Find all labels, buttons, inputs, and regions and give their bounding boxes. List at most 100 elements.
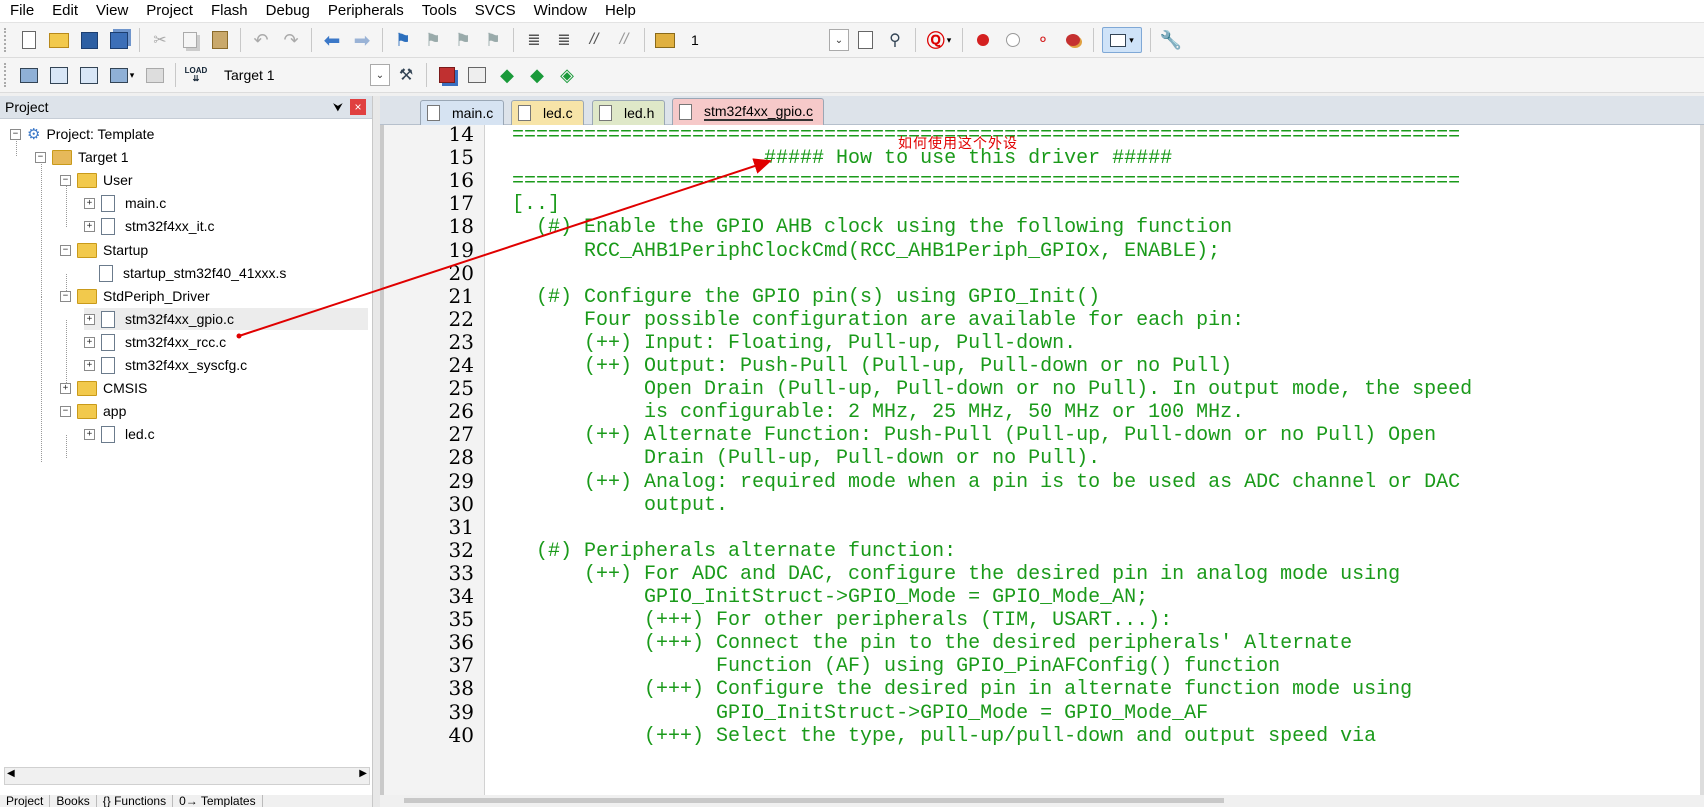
code-line[interactable]: ##### How to use this driver ##### [512, 147, 1172, 171]
manage-multi-project-icon[interactable] [465, 63, 489, 87]
indent-icon[interactable]: ≣ [522, 28, 546, 52]
collapse-icon[interactable]: − [60, 174, 71, 186]
menu-file[interactable]: File [0, 0, 42, 22]
tab-stm32f4xx-gpio-c[interactable]: stm32f4xx_gpio.c [672, 98, 824, 125]
panel-tab[interactable]: Project [0, 795, 51, 807]
nav-forward-icon[interactable]: ➡ [350, 28, 374, 52]
code-line[interactable]: is configurable: 2 MHz, 25 MHz, 50 MHz o… [512, 401, 1244, 425]
tree-node-file[interactable]: + stm32f4xx_rcc.c [84, 331, 226, 353]
code-line[interactable]: Drain (Pull-up, Pull-down or no Pull). [512, 447, 1100, 471]
code-line[interactable]: Open Drain (Pull-up, Pull-down or no Pul… [512, 378, 1472, 402]
find-combo[interactable]: 1 ⌄ [686, 28, 850, 52]
expand-icon[interactable]: + [84, 336, 95, 348]
translate-icon[interactable] [17, 63, 41, 87]
chevron-down-icon[interactable]: ⌄ [829, 29, 849, 51]
code-line[interactable]: Function (AF) using GPIO_PinAFConfig() f… [512, 655, 1280, 679]
code-editor[interactable]: 14 15 16 17 18 19 20 21 22 23 24 25 26 27 28 29 30 31 32 33… [380, 125, 1704, 795]
tree-node-file-selected[interactable]: + stm32f4xx_gpio.c [84, 308, 368, 330]
code-line[interactable]: [..] [512, 193, 560, 217]
collapse-icon[interactable]: − [60, 244, 71, 256]
menu-project[interactable]: Project [136, 0, 201, 22]
menu-flash[interactable]: Flash [201, 0, 256, 22]
cut-icon[interactable]: ✂ [148, 28, 172, 52]
expand-icon[interactable]: + [84, 313, 95, 325]
expand-icon[interactable]: + [84, 197, 95, 209]
redo-icon[interactable]: ↷ [279, 28, 303, 52]
editor-horizontal-scrollbar[interactable] [384, 795, 1704, 807]
toolbar-grip[interactable] [4, 63, 10, 87]
uncomment-icon[interactable]: // [612, 28, 636, 52]
enable-breakpoint-icon[interactable] [1001, 28, 1025, 52]
menu-window[interactable]: Window [524, 0, 595, 22]
scroll-left-icon[interactable]: ◀ [7, 768, 15, 779]
chevron-down-icon[interactable]: ⌄ [370, 64, 390, 86]
collapse-icon[interactable]: − [10, 128, 21, 140]
code-line[interactable]: ========================================… [512, 170, 1460, 194]
close-icon[interactable]: × [350, 99, 366, 115]
code-line[interactable]: (#) Peripherals alternate function: [512, 540, 956, 564]
tree-node-group-stdperiph[interactable]: − StdPeriph_Driver [60, 285, 210, 307]
expand-icon[interactable]: + [84, 220, 95, 232]
code-line[interactable]: (#) Configure the GPIO pin(s) using GPIO… [512, 286, 1100, 310]
panel-tab[interactable]: Books [50, 795, 97, 807]
build-icon[interactable] [47, 63, 71, 87]
tab-led-c[interactable]: led.c [511, 100, 584, 125]
panel-tab[interactable]: {} Functions [97, 795, 174, 807]
code-line[interactable]: (+++) Connect the pin to the desired per… [512, 632, 1352, 656]
menu-debug[interactable]: Debug [256, 0, 318, 22]
disable-breakpoints-icon[interactable]: ⚬ [1031, 28, 1055, 52]
tab-main-c[interactable]: main.c [420, 100, 505, 125]
collapse-icon[interactable]: − [60, 290, 71, 302]
tree-node-group-cmsis[interactable]: + CMSIS [60, 377, 147, 399]
code-line[interactable]: (++) Analog: required mode when a pin is… [512, 471, 1460, 495]
open-icon[interactable] [47, 28, 71, 52]
expand-icon[interactable]: + [84, 359, 95, 371]
paste-icon[interactable] [208, 28, 232, 52]
unindent-icon[interactable]: ≣ [552, 28, 576, 52]
tree-node-group-app[interactable]: − app [60, 400, 126, 422]
debug-session-icon[interactable]: Ⓠ ▾ [924, 28, 954, 52]
tree-node-target[interactable]: − Target 1 [35, 146, 129, 168]
expand-icon[interactable]: + [60, 382, 71, 394]
tab-led-h[interactable]: led.h [592, 100, 666, 125]
toolbar-grip[interactable] [4, 28, 10, 52]
scroll-right-icon[interactable]: ▶ [359, 768, 367, 779]
tree-node-group-startup[interactable]: − Startup [60, 239, 148, 261]
code-line[interactable]: output. [512, 494, 728, 518]
code-line[interactable]: Four possible configuration are availabl… [512, 309, 1244, 333]
menu-view[interactable]: View [86, 0, 136, 22]
stop-build-icon[interactable] [143, 63, 167, 87]
code-line[interactable]: (#) Enable the GPIO AHB clock using the … [512, 216, 1232, 240]
tree-node-group-user[interactable]: − User [60, 169, 133, 191]
tree-horizontal-scrollbar[interactable]: ◀ ▶ [4, 767, 370, 785]
file-extensions-icon[interactable] [435, 63, 459, 87]
menu-peripherals[interactable]: Peripherals [318, 0, 412, 22]
target-options-icon[interactable]: ⚒ [394, 63, 418, 87]
collapse-icon[interactable]: − [60, 405, 71, 417]
save-icon[interactable] [77, 28, 101, 52]
code-line[interactable]: (++) For ADC and DAC, configure the desi… [512, 563, 1400, 587]
tree-node-file[interactable]: + main.c [84, 192, 166, 214]
panel-tab[interactable]: 0→ Templates [173, 795, 263, 807]
find-icon[interactable] [853, 28, 877, 52]
new-file-icon[interactable] [17, 28, 41, 52]
collapse-icon[interactable]: − [35, 151, 46, 163]
pin-icon[interactable]: ⮟ [330, 100, 346, 115]
panel-splitter[interactable] [373, 96, 380, 807]
copy-icon[interactable] [178, 28, 202, 52]
select-packs-icon[interactable]: ◆ [525, 63, 549, 87]
code-line[interactable]: (++) Output: Push-Pull (Pull-up, Pull-do… [512, 355, 1232, 379]
code-line[interactable]: (+++) Select the type, pull-up/pull-down… [512, 725, 1376, 749]
next-bookmark-icon[interactable]: ⚑ [451, 28, 475, 52]
menu-svcs[interactable]: SVCS [465, 0, 524, 22]
code-line[interactable]: GPIO_InitStruct->GPIO_Mode = GPIO_Mode_A… [512, 586, 1148, 610]
find-in-files-icon[interactable] [653, 28, 677, 52]
download-icon[interactable]: LOAD ⇊ [184, 63, 208, 87]
code-line[interactable]: (++) Input: Floating, Pull-up, Pull-down… [512, 332, 1076, 356]
menu-help[interactable]: Help [595, 0, 644, 22]
clear-bookmarks-icon[interactable]: ⚑ [481, 28, 505, 52]
code-line[interactable]: RCC_AHB1PeriphClockCmd(RCC_AHB1Periph_GP… [512, 240, 1220, 264]
scroll-thumb[interactable] [404, 798, 1224, 803]
expand-icon[interactable]: + [84, 428, 95, 440]
comment-icon[interactable]: // [582, 28, 606, 52]
